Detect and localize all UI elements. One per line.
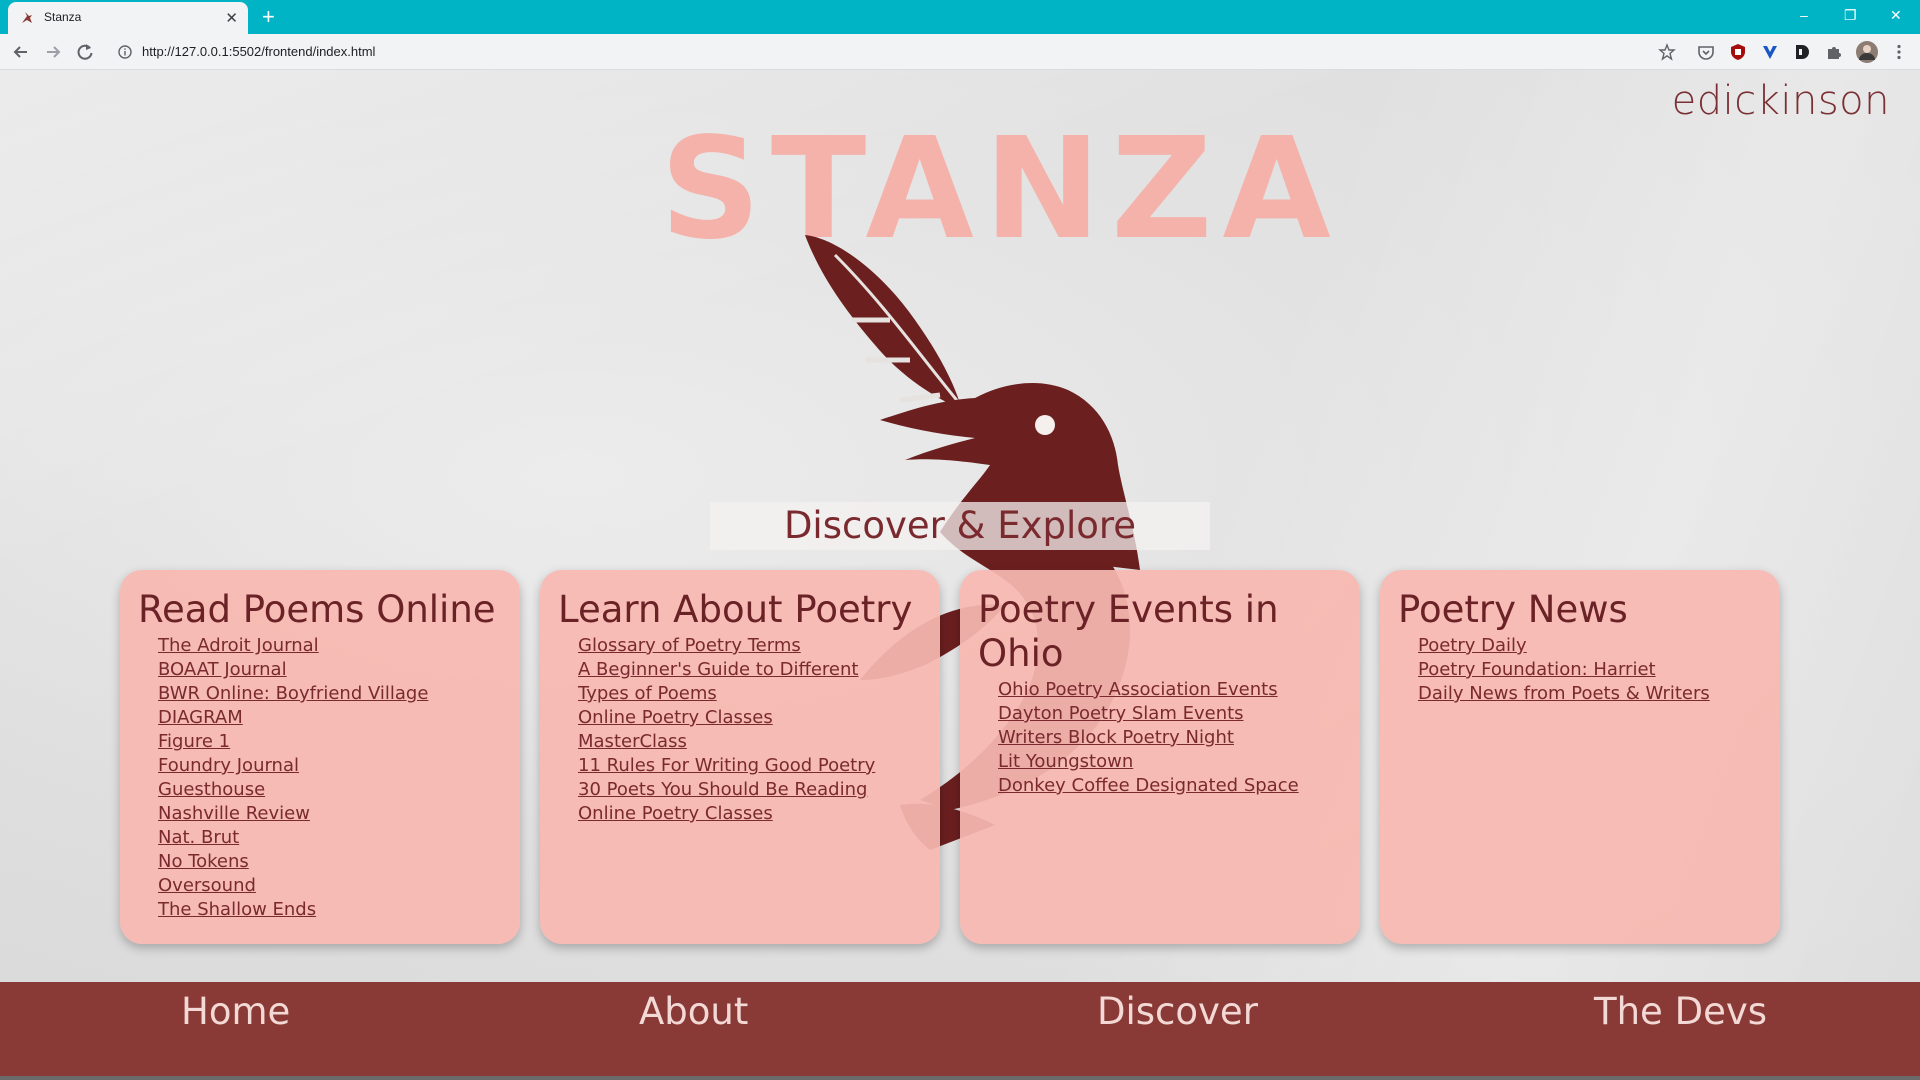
forward-arrow-icon[interactable] — [42, 41, 64, 63]
nav-about[interactable]: About — [639, 990, 748, 1033]
link-glossary[interactable]: Glossary of Poetry Terms — [578, 635, 801, 656]
card-title: Learn About Poetry — [558, 588, 913, 631]
new-tab-button[interactable]: + — [262, 4, 275, 30]
dashlane-extension-icon[interactable] — [1793, 43, 1811, 61]
list-item: 11 Rules For Writing Good Poetry — [578, 754, 910, 778]
list-item: Ohio Poetry Association Events — [998, 678, 1360, 702]
list-item: Dayton Poetry Slam Events — [998, 702, 1360, 726]
link-poetry-daily[interactable]: Poetry Daily — [1418, 635, 1527, 656]
list-item: Nat. Brut — [158, 826, 520, 850]
profile-avatar[interactable] — [1855, 40, 1879, 64]
reload-icon[interactable] — [74, 41, 96, 63]
link-foundry-journal[interactable]: Foundry Journal — [158, 755, 299, 776]
link-adroit-journal[interactable]: The Adroit Journal — [158, 635, 319, 656]
link-writers-block[interactable]: Writers Block Poetry Night — [998, 727, 1234, 748]
browser-tab-strip: Stanza ✕ + – ❐ ✕ — [0, 0, 1920, 34]
link-oversound[interactable]: Oversound — [158, 875, 256, 896]
list-item: BOAAT Journal — [158, 658, 520, 682]
list-item: The Adroit Journal — [158, 634, 520, 658]
list-item: MasterClass — [578, 730, 910, 754]
browser-toolbar: http://127.0.0.1:5502/frontend/index.htm… — [0, 34, 1920, 70]
bookmark-star-icon[interactable] — [1658, 43, 1676, 61]
username[interactable]: edickinson — [1672, 78, 1890, 124]
card-title: Poetry News — [1398, 588, 1628, 631]
link-figure-1[interactable]: Figure 1 — [158, 731, 230, 752]
card-poetry-events-ohio: Poetry Events in Ohio Ohio Poetry Associ… — [960, 570, 1360, 944]
list-item: Donkey Coffee Designated Space — [998, 774, 1360, 798]
ublock-shield-icon[interactable] — [1729, 43, 1747, 61]
tab-title: Stanza — [44, 10, 82, 24]
card-poetry-news: Poetry News Poetry Daily Poetry Foundati… — [1380, 570, 1780, 944]
list-item: Oversound — [158, 874, 520, 898]
list-item: Writers Block Poetry Night — [998, 726, 1360, 750]
pocket-extension-icon[interactable] — [1697, 43, 1715, 61]
link-beginners-guide[interactable]: A Beginner's Guide to Different Types of… — [578, 659, 858, 704]
list-item: BWR Online: Boyfriend Village — [158, 682, 520, 706]
page-background: edickinson STANZA Discover & Explore Rea… — [0, 70, 1920, 1080]
list-item: Figure 1 — [158, 730, 520, 754]
link-nat-brut[interactable]: Nat. Brut — [158, 827, 239, 848]
link-boaat-journal[interactable]: BOAAT Journal — [158, 659, 287, 680]
link-poetry-foundation-harriet[interactable]: Poetry Foundation: Harriet — [1418, 659, 1656, 680]
link-ohio-poetry-association[interactable]: Ohio Poetry Association Events — [998, 679, 1278, 700]
list-item: Glossary of Poetry Terms — [578, 634, 910, 658]
list-item: 30 Poets You Should Be Reading — [578, 778, 910, 802]
nav-the-devs[interactable]: The Devs — [1594, 990, 1767, 1033]
list-item: Daily News from Poets & Writers — [1418, 682, 1780, 706]
nav-home[interactable]: Home — [181, 990, 290, 1033]
list-item: Online Poetry Classes — [578, 802, 910, 826]
link-11-rules[interactable]: 11 Rules For Writing Good Poetry — [578, 755, 875, 776]
link-dayton-poetry-slam[interactable]: Dayton Poetry Slam Events — [998, 703, 1244, 724]
card-read-poems-online: Read Poems Online The Adroit Journal BOA… — [120, 570, 520, 944]
list-item: Poetry Daily — [1418, 634, 1780, 658]
list-item: No Tokens — [158, 850, 520, 874]
footer-nav: Home About Discover The Devs — [0, 982, 1920, 1080]
v-extension-icon[interactable] — [1761, 43, 1779, 61]
link-shallow-ends[interactable]: The Shallow Ends — [158, 899, 316, 920]
list-item: The Shallow Ends — [158, 898, 520, 922]
link-diagram[interactable]: DIAGRAM — [158, 707, 243, 728]
nav-discover[interactable]: Discover — [1097, 990, 1258, 1033]
link-30-poets[interactable]: 30 Poets You Should Be Reading — [578, 779, 867, 800]
link-donkey-coffee[interactable]: Donkey Coffee Designated Space — [998, 775, 1299, 796]
link-lit-youngstown[interactable]: Lit Youngstown — [998, 751, 1133, 772]
footer-divider — [0, 1076, 1920, 1080]
stanza-favicon-icon — [22, 12, 32, 23]
browser-menu-icon[interactable] — [1890, 43, 1908, 61]
card-learn-about-poetry: Learn About Poetry Glossary of Poetry Te… — [540, 570, 940, 944]
card-title: Read Poems Online — [138, 588, 496, 631]
list-item: Lit Youngstown — [998, 750, 1360, 774]
list-item: Nashville Review — [158, 802, 520, 826]
list-item: Poetry Foundation: Harriet — [1418, 658, 1780, 682]
minimize-button[interactable]: – — [1800, 5, 1808, 25]
list-item: Foundry Journal — [158, 754, 520, 778]
browser-tab[interactable]: Stanza ✕ — [8, 2, 248, 34]
list-item: Guesthouse — [158, 778, 520, 802]
restore-button[interactable]: ❐ — [1844, 5, 1857, 25]
link-guesthouse[interactable]: Guesthouse — [158, 779, 265, 800]
list-item: DIAGRAM — [158, 706, 520, 730]
url-text: http://127.0.0.1:5502/frontend/index.htm… — [142, 44, 376, 59]
link-bwr-online[interactable]: BWR Online: Boyfriend Village — [158, 683, 428, 704]
link-no-tokens[interactable]: No Tokens — [158, 851, 249, 872]
card-title: Poetry Events in Ohio — [978, 588, 1279, 675]
list-item: A Beginner's Guide to Different Types of… — [578, 658, 910, 706]
address-bar[interactable]: http://127.0.0.1:5502/frontend/index.htm… — [110, 38, 1690, 66]
link-online-poetry-classes[interactable]: Online Poetry Classes — [578, 707, 773, 728]
link-nashville-review[interactable]: Nashville Review — [158, 803, 310, 824]
site-info-icon[interactable] — [118, 45, 132, 59]
link-online-poetry-classes-2[interactable]: Online Poetry Classes — [578, 803, 773, 824]
link-masterclass[interactable]: MasterClass — [578, 731, 687, 752]
list-item: Online Poetry Classes — [578, 706, 910, 730]
extensions-puzzle-icon[interactable] — [1825, 43, 1843, 61]
window-close-button[interactable]: ✕ — [1890, 5, 1902, 25]
tab-close-icon[interactable]: ✕ — [225, 8, 238, 28]
link-daily-news-poets-writers[interactable]: Daily News from Poets & Writers — [1418, 683, 1710, 704]
discover-explore-heading: Discover & Explore — [710, 502, 1210, 550]
back-arrow-icon[interactable] — [10, 41, 32, 63]
